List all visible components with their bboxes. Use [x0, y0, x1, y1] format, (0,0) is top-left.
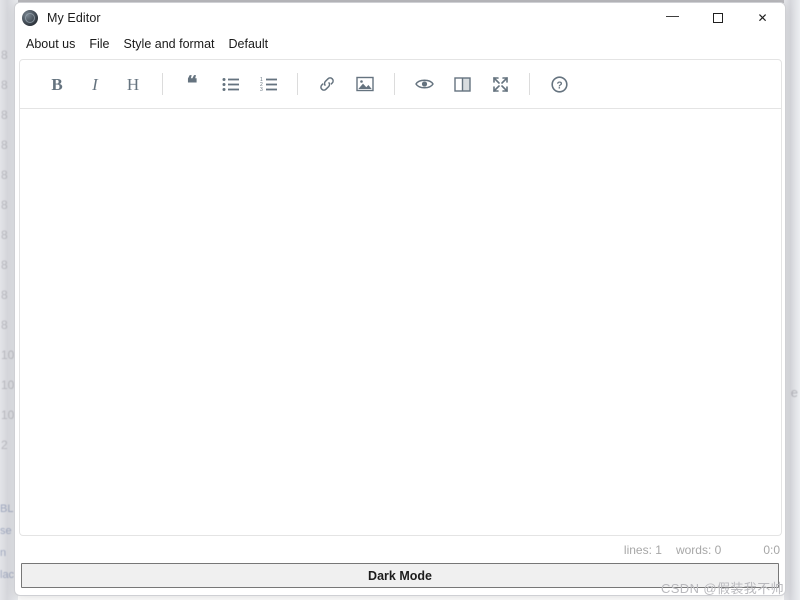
preview-eye-icon: [414, 77, 434, 91]
fullscreen-icon: [492, 76, 509, 93]
minimize-icon: —: [666, 7, 679, 23]
background-ghost-right-char: e: [790, 385, 798, 400]
maximize-icon: [712, 13, 723, 23]
background-ghost-numbers: 8 8 8 8 8 8 8 8 8 8 10 10 10 2: [1, 40, 14, 460]
editor-toolbar: B I H ❝ 1 2 3 ?: [19, 59, 782, 109]
quote-button[interactable]: ❝: [177, 69, 207, 99]
background-ghost-char: 10: [1, 348, 15, 362]
background-ghost-char: 8: [1, 168, 8, 182]
background-ghost-char: 8: [1, 198, 8, 212]
background-ghost-char: 8: [1, 318, 8, 332]
editor-shell: B I H ❝ 1 2 3 ?: [19, 59, 782, 537]
background-ghost-char: 8: [1, 228, 8, 242]
svg-text:3: 3: [260, 87, 263, 92]
ordered-list-button[interactable]: 1 2 3: [253, 69, 283, 99]
side-by-side-button[interactable]: [447, 69, 477, 99]
editor-textarea[interactable]: [19, 109, 782, 536]
close-button[interactable]: ✕: [740, 3, 785, 33]
menu-bar: About us File Style and format Default: [15, 33, 785, 55]
status-cursor-position: 0:0: [763, 543, 780, 557]
heading-icon: H: [126, 74, 140, 94]
image-button[interactable]: [350, 69, 380, 99]
background-ghost-char: 10: [1, 378, 15, 392]
maximize-button[interactable]: [695, 3, 740, 33]
quote-icon: ❝: [186, 73, 198, 95]
status-words: words: 0: [675, 543, 722, 557]
background-ghost-char: 8: [1, 108, 8, 122]
title-bar[interactable]: My Editor — ✕: [15, 3, 785, 33]
italic-button[interactable]: I: [80, 69, 110, 99]
background-right-rail: [784, 0, 800, 600]
background-ghost-char: 8: [1, 48, 8, 62]
close-icon: ✕: [757, 11, 768, 25]
heading-button[interactable]: H: [118, 69, 148, 99]
background-ghost-char: 2: [1, 438, 8, 452]
menu-item-style-and-format[interactable]: Style and format: [117, 35, 222, 53]
preview-button[interactable]: [409, 69, 439, 99]
background-ghost-char: 8: [1, 288, 8, 302]
unordered-list-button[interactable]: [215, 69, 245, 99]
link-icon: [318, 75, 336, 93]
background-ghost-char: 8: [1, 138, 8, 152]
toolbar-separator: [529, 73, 530, 95]
window-title: My Editor: [47, 11, 101, 25]
image-icon: [356, 76, 374, 92]
app-logo-icon: [22, 10, 38, 26]
help-icon: ?: [550, 75, 568, 93]
toolbar-separator: [297, 73, 298, 95]
watermark: CSDN @假装我不帅: [660, 581, 784, 596]
bold-icon: B: [51, 74, 63, 94]
application-window: My Editor — ✕ About us File Style and fo…: [14, 2, 786, 596]
background-ghost-char: 10: [1, 408, 15, 422]
status-bar: lines: 1 words: 0 0:0: [19, 539, 782, 561]
side-by-side-icon: [453, 76, 471, 92]
background-ghost-char: 8: [1, 78, 8, 92]
toolbar-separator: [162, 73, 163, 95]
minimize-button[interactable]: —: [650, 3, 695, 33]
status-lines: lines: 1: [623, 543, 662, 557]
bold-button[interactable]: B: [42, 69, 72, 99]
menu-item-default[interactable]: Default: [222, 35, 276, 53]
background-ghost-char: 8: [1, 258, 8, 272]
window-controls: — ✕: [650, 3, 785, 33]
link-button[interactable]: [312, 69, 342, 99]
unordered-list-icon: [222, 77, 239, 92]
help-button[interactable]: ?: [544, 69, 574, 99]
menu-item-file[interactable]: File: [82, 35, 116, 53]
menu-item-about-us[interactable]: About us: [19, 35, 82, 53]
italic-icon: I: [92, 74, 98, 94]
svg-text:?: ?: [556, 80, 562, 91]
toolbar-separator: [394, 73, 395, 95]
desktop-background: 8 8 8 8 8 8 8 8 8 8 10 10 10 2 .... ... …: [0, 0, 800, 600]
ordered-list-icon: 1 2 3: [260, 77, 277, 92]
fullscreen-button[interactable]: [485, 69, 515, 99]
